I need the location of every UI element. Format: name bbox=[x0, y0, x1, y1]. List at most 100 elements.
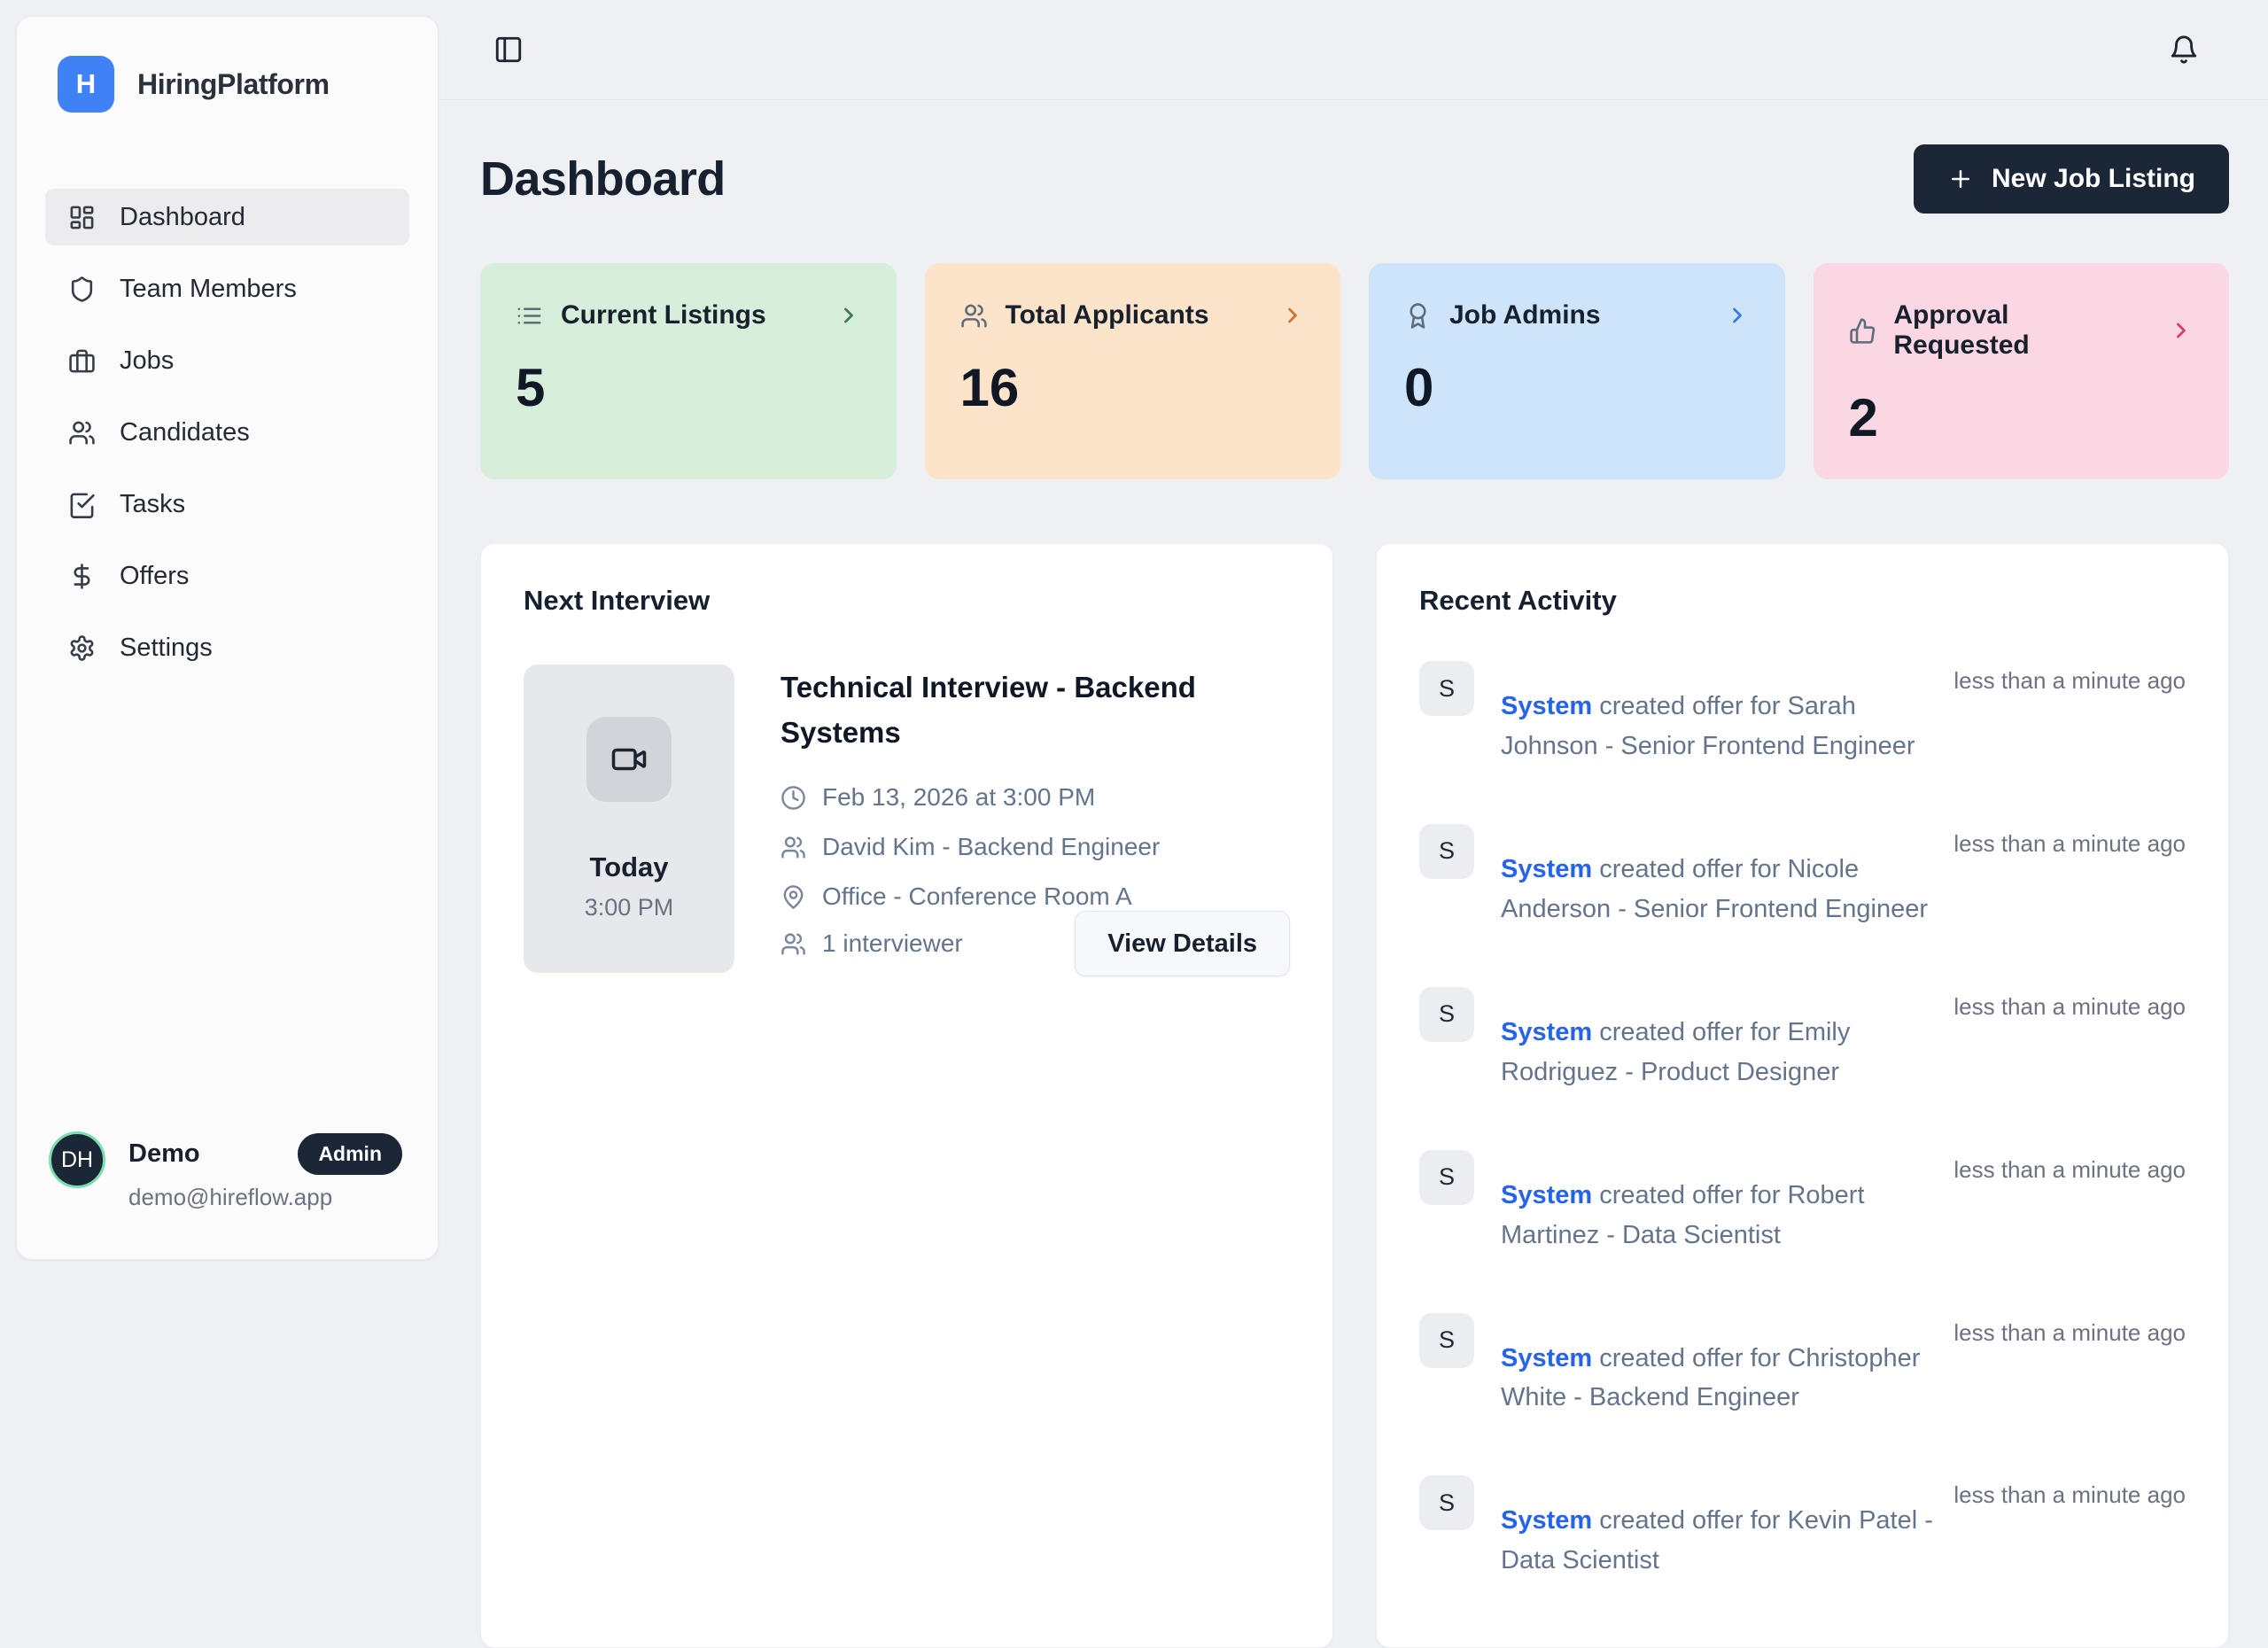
next-interview-card: Next Interview Today 3:00 PM Technical I… bbox=[480, 543, 1333, 1648]
list-icon bbox=[516, 302, 543, 330]
interview-datetime: Feb 13, 2026 at 3:00 PM bbox=[822, 783, 1095, 812]
new-job-listing-label: New Job Listing bbox=[1992, 164, 2195, 194]
activity-avatar: S bbox=[1419, 824, 1474, 879]
activity-actor-link[interactable]: System bbox=[1501, 1506, 1592, 1535]
sidebar-item-candidates[interactable]: Candidates bbox=[45, 404, 409, 461]
activity-avatar: S bbox=[1419, 987, 1474, 1042]
dashboard-icon bbox=[68, 204, 96, 231]
sidebar-item-label: Offers bbox=[120, 562, 189, 591]
chevron-right-icon bbox=[836, 303, 861, 328]
activity-actor-link[interactable]: System bbox=[1501, 1181, 1592, 1209]
stat-label: Total Applicants bbox=[1006, 300, 1209, 330]
recent-activity-heading: Recent Activity bbox=[1419, 585, 2186, 617]
sidebar-item-label: Jobs bbox=[120, 346, 174, 376]
topbar bbox=[439, 0, 2268, 100]
activity-list: S System created offer for Sarah Johnson… bbox=[1419, 661, 2186, 1606]
map-pin-icon bbox=[781, 884, 806, 910]
users-icon bbox=[960, 302, 988, 330]
video-camera-icon bbox=[610, 741, 648, 778]
sidebar-item-dashboard[interactable]: Dashboard bbox=[45, 189, 409, 245]
recent-activity-card: Recent Activity S System created offer f… bbox=[1376, 543, 2229, 1648]
sidebar-toggle-button[interactable] bbox=[493, 35, 524, 65]
stat-card-approval-requested[interactable]: Approval Requested 2 bbox=[1814, 263, 2230, 479]
main-area: Dashboard New Job Listing Current Listin… bbox=[439, 0, 2268, 1276]
chevron-right-icon bbox=[1280, 303, 1305, 328]
user-name: Demo bbox=[128, 1139, 200, 1169]
thumbs-up-icon bbox=[1849, 317, 1876, 345]
activity-text: System created offer for Nicole Anderson… bbox=[1501, 850, 1936, 929]
activity-timestamp: less than a minute ago bbox=[1936, 1150, 2186, 1190]
award-icon bbox=[1404, 302, 1432, 330]
stat-value: 5 bbox=[516, 357, 861, 418]
stat-card-job-admins[interactable]: Job Admins 0 bbox=[1369, 263, 1785, 479]
stat-label: Current Listings bbox=[561, 300, 766, 330]
chevron-right-icon bbox=[2169, 318, 2194, 343]
stat-label: Approval Requested bbox=[1893, 300, 2151, 361]
next-interview-heading: Next Interview bbox=[524, 585, 1290, 617]
content: Dashboard New Job Listing Current Listin… bbox=[439, 100, 2268, 1648]
users-icon bbox=[781, 931, 806, 957]
interview-datetime-row: Feb 13, 2026 at 3:00 PM bbox=[781, 783, 1290, 812]
activity-actor-link[interactable]: System bbox=[1501, 855, 1592, 883]
shield-icon bbox=[68, 276, 96, 303]
sidebar-item-jobs[interactable]: Jobs bbox=[45, 332, 409, 389]
activity-timestamp: less than a minute ago bbox=[1936, 1475, 2186, 1515]
stat-value: 16 bbox=[960, 357, 1306, 418]
user-email: demo@hireflow.app bbox=[128, 1184, 402, 1211]
activity-actor-link[interactable]: System bbox=[1501, 692, 1592, 720]
sidebar-item-offers[interactable]: Offers bbox=[45, 548, 409, 604]
interview-person-row: David Kim - Backend Engineer bbox=[781, 833, 1290, 861]
bell-icon bbox=[2169, 35, 2199, 65]
interview-time: 3:00 PM bbox=[585, 894, 674, 921]
stat-card-current-listings[interactable]: Current Listings 5 bbox=[480, 263, 897, 479]
activity-avatar: S bbox=[1419, 1475, 1474, 1530]
activity-avatar: S bbox=[1419, 661, 1474, 716]
sidebar-item-label: Dashboard bbox=[120, 203, 245, 232]
plus-icon bbox=[1947, 166, 1974, 192]
clock-icon bbox=[781, 785, 806, 811]
interview-person: David Kim - Backend Engineer bbox=[822, 833, 1160, 861]
activity-item: S System created offer for Kevin Patel -… bbox=[1419, 1475, 2186, 1606]
activity-avatar: S bbox=[1419, 1150, 1474, 1205]
activity-text: System created offer for Christopher Whi… bbox=[1501, 1339, 1936, 1419]
users-icon bbox=[68, 419, 96, 447]
activity-text: System created offer for Sarah Johnson -… bbox=[1501, 687, 1936, 766]
view-details-button[interactable]: View Details bbox=[1075, 911, 1290, 976]
activity-text: System created offer for Emily Rodriguez… bbox=[1501, 1013, 1936, 1092]
sidebar-item-settings[interactable]: Settings bbox=[45, 619, 409, 676]
stat-card-total-applicants[interactable]: Total Applicants 16 bbox=[925, 263, 1341, 479]
sidebar-item-label: Tasks bbox=[120, 490, 185, 519]
page-title: Dashboard bbox=[480, 152, 726, 206]
activity-actor-link[interactable]: System bbox=[1501, 1018, 1592, 1046]
activity-item: S System created offer for Christopher W… bbox=[1419, 1313, 2186, 1444]
panel-left-icon bbox=[493, 35, 524, 65]
notifications-button[interactable] bbox=[2169, 35, 2199, 65]
activity-item: S System created offer for Emily Rodrigu… bbox=[1419, 987, 2186, 1118]
interview-title: Technical Interview - Backend Systems bbox=[781, 665, 1246, 755]
sidebar-nav: Dashboard Team Members Jobs Candidates T… bbox=[17, 189, 438, 676]
users-icon bbox=[781, 835, 806, 860]
activity-item: S System created offer for Robert Martin… bbox=[1419, 1150, 2186, 1281]
briefcase-icon bbox=[68, 347, 96, 375]
gear-icon bbox=[68, 634, 96, 662]
activity-avatar: S bbox=[1419, 1313, 1474, 1368]
interviewer-count: 1 interviewer bbox=[822, 929, 963, 958]
stat-value: 0 bbox=[1404, 357, 1750, 418]
chevron-right-icon bbox=[1725, 303, 1750, 328]
stat-value: 2 bbox=[1849, 387, 2194, 448]
activity-timestamp: less than a minute ago bbox=[1936, 1313, 2186, 1353]
sidebar-item-tasks[interactable]: Tasks bbox=[45, 476, 409, 532]
activity-text: System created offer for Robert Martinez… bbox=[1501, 1176, 1936, 1255]
app-logo: H bbox=[58, 56, 114, 113]
activity-item: S System created offer for Sarah Johnson… bbox=[1419, 661, 2186, 792]
activity-text: System created offer for Kevin Patel - D… bbox=[1501, 1501, 1936, 1581]
role-badge: Admin bbox=[298, 1133, 402, 1175]
sidebar-user[interactable]: DH Demo Admin demo@hireflow.app bbox=[17, 1131, 438, 1259]
activity-actor-link[interactable]: System bbox=[1501, 1344, 1592, 1372]
activity-timestamp: less than a minute ago bbox=[1936, 987, 2186, 1027]
interview-location: Office - Conference Room A bbox=[822, 882, 1132, 911]
sidebar-item-team-members[interactable]: Team Members bbox=[45, 260, 409, 317]
interviewer-count-row: 1 interviewer bbox=[781, 929, 963, 958]
activity-timestamp: less than a minute ago bbox=[1936, 661, 2186, 701]
new-job-listing-button[interactable]: New Job Listing bbox=[1914, 144, 2229, 214]
